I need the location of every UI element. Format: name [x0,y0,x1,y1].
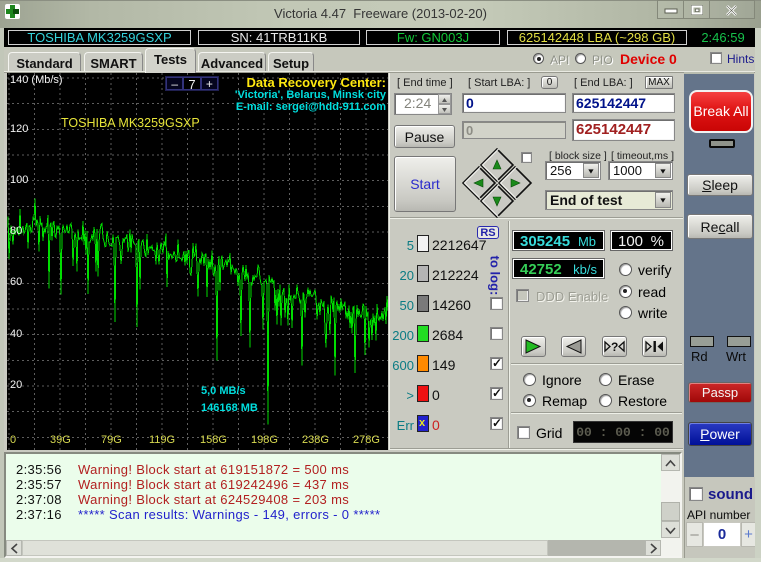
svg-text:?: ? [611,340,618,354]
